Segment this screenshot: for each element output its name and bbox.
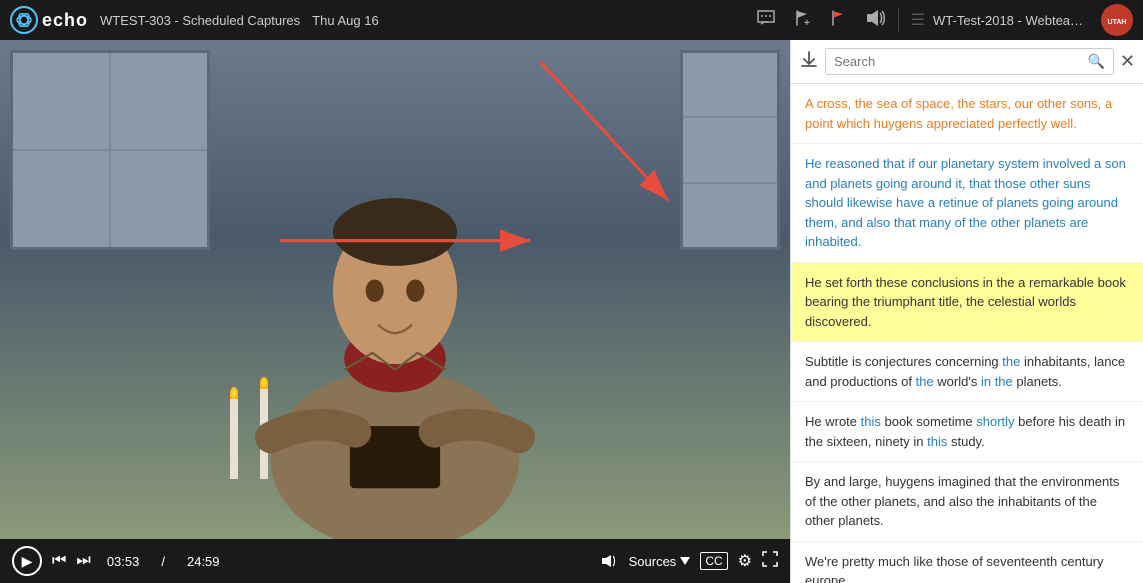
right-panel: 🔍 ✕ A cross, the sea of space, the stars… <box>790 40 1143 583</box>
transcript-block[interactable]: He reasoned that if our planetary system… <box>791 144 1143 263</box>
recording-title: WTEST-303 - Scheduled Captures <box>100 13 300 28</box>
current-time: 03:53 <box>107 554 140 569</box>
download-icon[interactable] <box>799 49 819 74</box>
total-time: 24:59 <box>187 554 220 569</box>
course-title: WT-Test-2018 - Webteam T... <box>933 13 1093 28</box>
play-button[interactable]: ▶ <box>12 546 42 576</box>
university-icon[interactable]: UTAH <box>1101 4 1133 36</box>
video-window-left <box>10 50 210 250</box>
transcript-block[interactable]: Subtitle is conjectures concerning the i… <box>791 342 1143 402</box>
right-panel-header: 🔍 ✕ <box>791 40 1143 84</box>
chat-icon[interactable] <box>756 9 776 32</box>
time-separator: / <box>161 554 165 569</box>
fullscreen-button[interactable] <box>762 551 778 572</box>
fastforward-button[interactable]: ⏭ <box>76 552 90 570</box>
flag-icon[interactable] <box>830 9 848 32</box>
video-area[interactable] <box>0 40 790 539</box>
topbar-action-icons: + <box>756 9 886 32</box>
search-icon[interactable]: 🔍 <box>1087 53 1104 70</box>
recording-date: Thu Aug 16 <box>312 13 379 28</box>
video-window-right <box>680 50 780 250</box>
topbar-right: ☰ WT-Test-2018 - Webteam T... UTAH <box>911 4 1133 36</box>
close-icon[interactable]: ✕ <box>1120 51 1135 72</box>
transcript-block[interactable]: He wrote this book sometime shortly befo… <box>791 402 1143 462</box>
main-area: ▶ ⏮ ⏭ 03:53 / 24:59 Sources <box>0 40 1143 583</box>
speaker-icon[interactable] <box>866 9 886 32</box>
transcript-area[interactable]: A cross, the sea of space, the stars, ou… <box>791 84 1143 583</box>
person-silhouette <box>205 65 585 539</box>
transcript-block[interactable]: By and large, huygens imagined that the … <box>791 462 1143 542</box>
transcript-block[interactable]: He set forth these conclusions in the a … <box>791 263 1143 343</box>
echo-logo[interactable]: echo <box>10 6 88 34</box>
video-panel: ▶ ⏮ ⏭ 03:53 / 24:59 Sources <box>0 40 790 583</box>
transcript-block[interactable]: A cross, the sea of space, the stars, ou… <box>791 84 1143 144</box>
echo-logo-icon <box>10 6 38 34</box>
svg-text:UTAH: UTAH <box>1108 19 1127 26</box>
controls-bar: ▶ ⏮ ⏭ 03:53 / 24:59 Sources <box>0 539 790 583</box>
sources-button[interactable]: Sources <box>629 554 691 569</box>
search-input[interactable] <box>834 54 1081 69</box>
rewind-button[interactable]: ⏮ <box>52 552 66 570</box>
transcript-block[interactable]: We're pretty much like those of seventee… <box>791 542 1143 583</box>
sources-label: Sources <box>629 554 677 569</box>
cc-button[interactable]: CC <box>700 552 727 570</box>
echo-wordmark: echo <box>42 10 88 31</box>
search-container: 🔍 <box>825 48 1114 75</box>
flag-plus-icon[interactable]: + <box>794 9 812 32</box>
list-menu-icon[interactable]: ☰ <box>911 10 925 30</box>
volume-button[interactable] <box>601 553 619 569</box>
settings-button[interactable]: ⚙ <box>738 551 752 571</box>
video-frame <box>0 40 790 539</box>
svg-text:+: + <box>804 18 810 27</box>
topbar: echo WTEST-303 - Scheduled Captures Thu … <box>0 0 1143 40</box>
